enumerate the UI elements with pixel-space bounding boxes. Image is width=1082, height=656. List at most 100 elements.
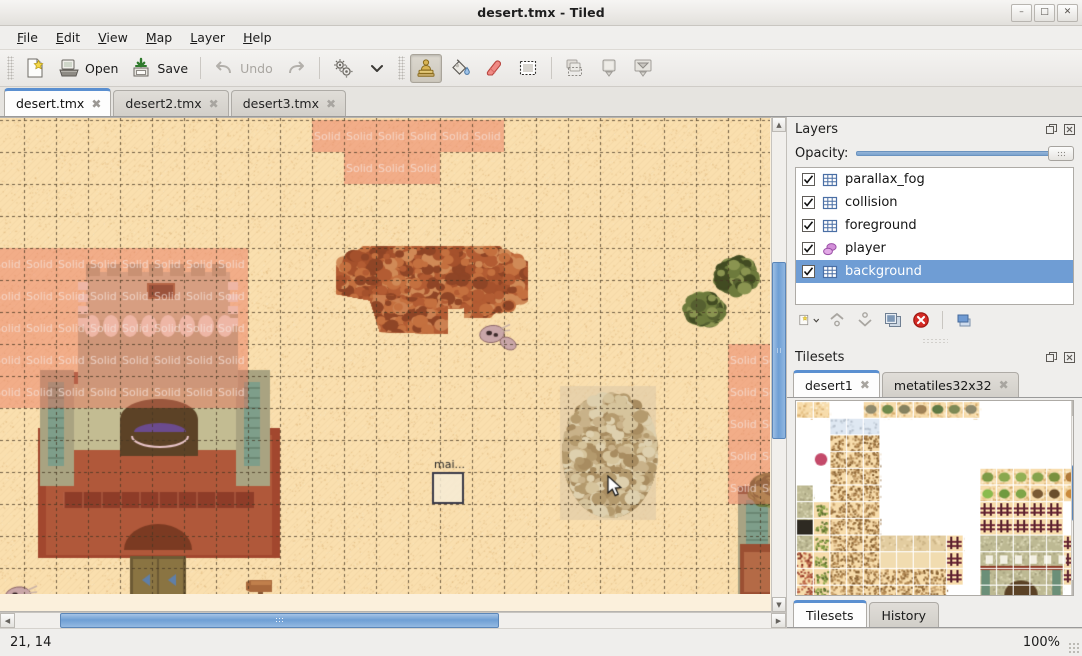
raise-layer-button[interactable] (825, 308, 849, 332)
tileset-canvas[interactable] (796, 401, 1071, 595)
tileset-tab-desert1[interactable]: desert1 ✖ (793, 370, 880, 397)
document-tab-desert3[interactable]: desert3.tmx ✖ (231, 90, 346, 116)
layer-list[interactable]: parallax_fog collision (795, 167, 1074, 305)
close-icon[interactable]: ✖ (999, 379, 1009, 391)
layer-properties-icon (954, 310, 974, 330)
tileset-vertical-scrollbar[interactable]: ▲ ▼ (1071, 401, 1074, 595)
scroll-left-icon[interactable]: ◀ (0, 613, 15, 628)
scroll-down-icon[interactable]: ▼ (772, 597, 786, 612)
layer-visibility-checkbox[interactable] (802, 242, 815, 255)
layer-label: parallax_fog (845, 172, 925, 187)
scroll-right-icon[interactable]: ▶ (771, 613, 786, 628)
new-file-icon (24, 57, 46, 79)
document-tab-desert[interactable]: desert.tmx ✖ (4, 88, 111, 116)
menu-edit[interactable]: Edit (47, 27, 89, 48)
chevron-down-icon[interactable] (813, 316, 820, 325)
slider-groove (856, 151, 1074, 156)
layer-visibility-checkbox[interactable] (802, 173, 815, 186)
bottom-tab-tilesets[interactable]: Tilesets (793, 600, 867, 627)
window-title: desert.tmx - Tiled (0, 5, 1082, 20)
menu-map[interactable]: Map (137, 27, 181, 48)
undo-button[interactable]: Undo (208, 54, 278, 83)
rect-select-icon (517, 57, 539, 79)
layer-visibility-checkbox[interactable] (802, 265, 815, 278)
opacity-slider[interactable] (856, 144, 1074, 162)
close-icon[interactable] (1063, 351, 1076, 364)
toolbar-grip-2[interactable] (398, 56, 405, 80)
vscroll-track[interactable] (772, 132, 786, 597)
map-canvas-holder[interactable] (0, 117, 771, 612)
layer-label: player (845, 241, 886, 256)
scroll-up-icon[interactable]: ▲ (772, 117, 786, 132)
bottom-tab-history[interactable]: History (869, 602, 939, 627)
menu-layer[interactable]: Layer (181, 27, 234, 48)
close-icon[interactable]: ✖ (209, 98, 219, 110)
float-icon[interactable] (1045, 123, 1058, 136)
menu-file[interactable]: File (8, 27, 47, 48)
toolbar-separator-3 (551, 57, 552, 79)
layer-row-player[interactable]: player (796, 237, 1073, 260)
layer-label: background (845, 264, 922, 279)
layer-toolbar (787, 305, 1082, 335)
tileset-view[interactable]: ▲ ▼ (795, 400, 1074, 596)
close-icon[interactable]: ✖ (326, 98, 336, 110)
menu-map-rest: ap (157, 30, 173, 45)
remove-layer-button[interactable] (909, 308, 933, 332)
scroll-up-icon[interactable]: ▲ (1072, 401, 1074, 416)
bucket-fill-tool[interactable] (444, 54, 476, 83)
scroll-down-icon[interactable]: ▼ (1072, 580, 1074, 595)
tile-layer-icon (822, 264, 838, 280)
select-object-tool[interactable] (559, 54, 591, 83)
lower-layer-button[interactable] (853, 308, 877, 332)
close-button[interactable]: ✕ (1057, 4, 1078, 22)
close-icon[interactable] (1063, 123, 1076, 136)
hscroll-track[interactable] (15, 613, 771, 628)
redo-button[interactable] (280, 54, 312, 83)
new-map-button[interactable] (19, 54, 51, 83)
tilesets-dock-title: Tilesets (787, 345, 1082, 369)
close-icon[interactable]: ✖ (91, 98, 101, 110)
vscroll-thumb[interactable] (772, 262, 786, 439)
map-vertical-scrollbar[interactable]: ▲ ▼ (771, 117, 786, 612)
layer-row-foreground[interactable]: foreground (796, 214, 1073, 237)
open-button[interactable]: Open (53, 54, 123, 83)
map-properties-button[interactable] (327, 54, 359, 83)
save-button[interactable]: Save (125, 54, 193, 83)
opacity-row: Opacity: (787, 141, 1082, 165)
window-resize-grip[interactable] (1068, 642, 1080, 654)
layer-row-parallax-fog[interactable]: parallax_fog (796, 168, 1073, 191)
layer-visibility-checkbox[interactable] (802, 219, 815, 232)
toolbar-grip[interactable] (7, 56, 14, 80)
hscroll-thumb[interactable] (60, 613, 498, 628)
menu-help[interactable]: Help (234, 27, 281, 48)
stamp-brush-tool[interactable] (410, 54, 442, 83)
tileset-tab-bar: desert1 ✖ metatiles32x32 ✖ (787, 369, 1082, 398)
rectangle-select-tool[interactable] (512, 54, 544, 83)
map-horizontal-scrollbar[interactable]: ◀ ▶ (0, 612, 786, 628)
document-tab-desert2[interactable]: desert2.tmx ✖ (113, 90, 228, 116)
eraser-tool[interactable] (478, 54, 510, 83)
duplicate-layer-button[interactable] (881, 308, 905, 332)
layer-visibility-checkbox[interactable] (802, 196, 815, 209)
title-bar: desert.tmx - Tiled – □ ✕ (0, 0, 1082, 26)
layer-row-background[interactable]: background (796, 260, 1073, 283)
minimize-button[interactable]: – (1011, 4, 1032, 22)
map-canvas[interactable] (0, 118, 770, 594)
insert-rectangle-tool[interactable] (593, 54, 625, 83)
menu-view[interactable]: View (89, 27, 137, 48)
tileset-vscroll-thumb[interactable] (1072, 465, 1074, 521)
toolbar-dropdown-button[interactable] (361, 54, 393, 83)
tileset-vscroll-track[interactable] (1072, 416, 1074, 580)
slider-handle[interactable] (1048, 146, 1074, 161)
float-icon[interactable] (1045, 351, 1058, 364)
tileset-tab-label: desert1 (805, 378, 853, 393)
insert-polygon-tool[interactable] (627, 54, 659, 83)
dock-splitter[interactable] (787, 335, 1082, 345)
tileset-tab-metatiles[interactable]: metatiles32x32 ✖ (882, 372, 1019, 397)
layers-dock-title: Layers (787, 117, 1082, 141)
new-layer-button[interactable] (797, 308, 821, 332)
close-icon[interactable]: ✖ (860, 379, 870, 391)
layer-row-collision[interactable]: collision (796, 191, 1073, 214)
maximize-button[interactable]: □ (1034, 4, 1055, 22)
layer-properties-button[interactable] (952, 308, 976, 332)
